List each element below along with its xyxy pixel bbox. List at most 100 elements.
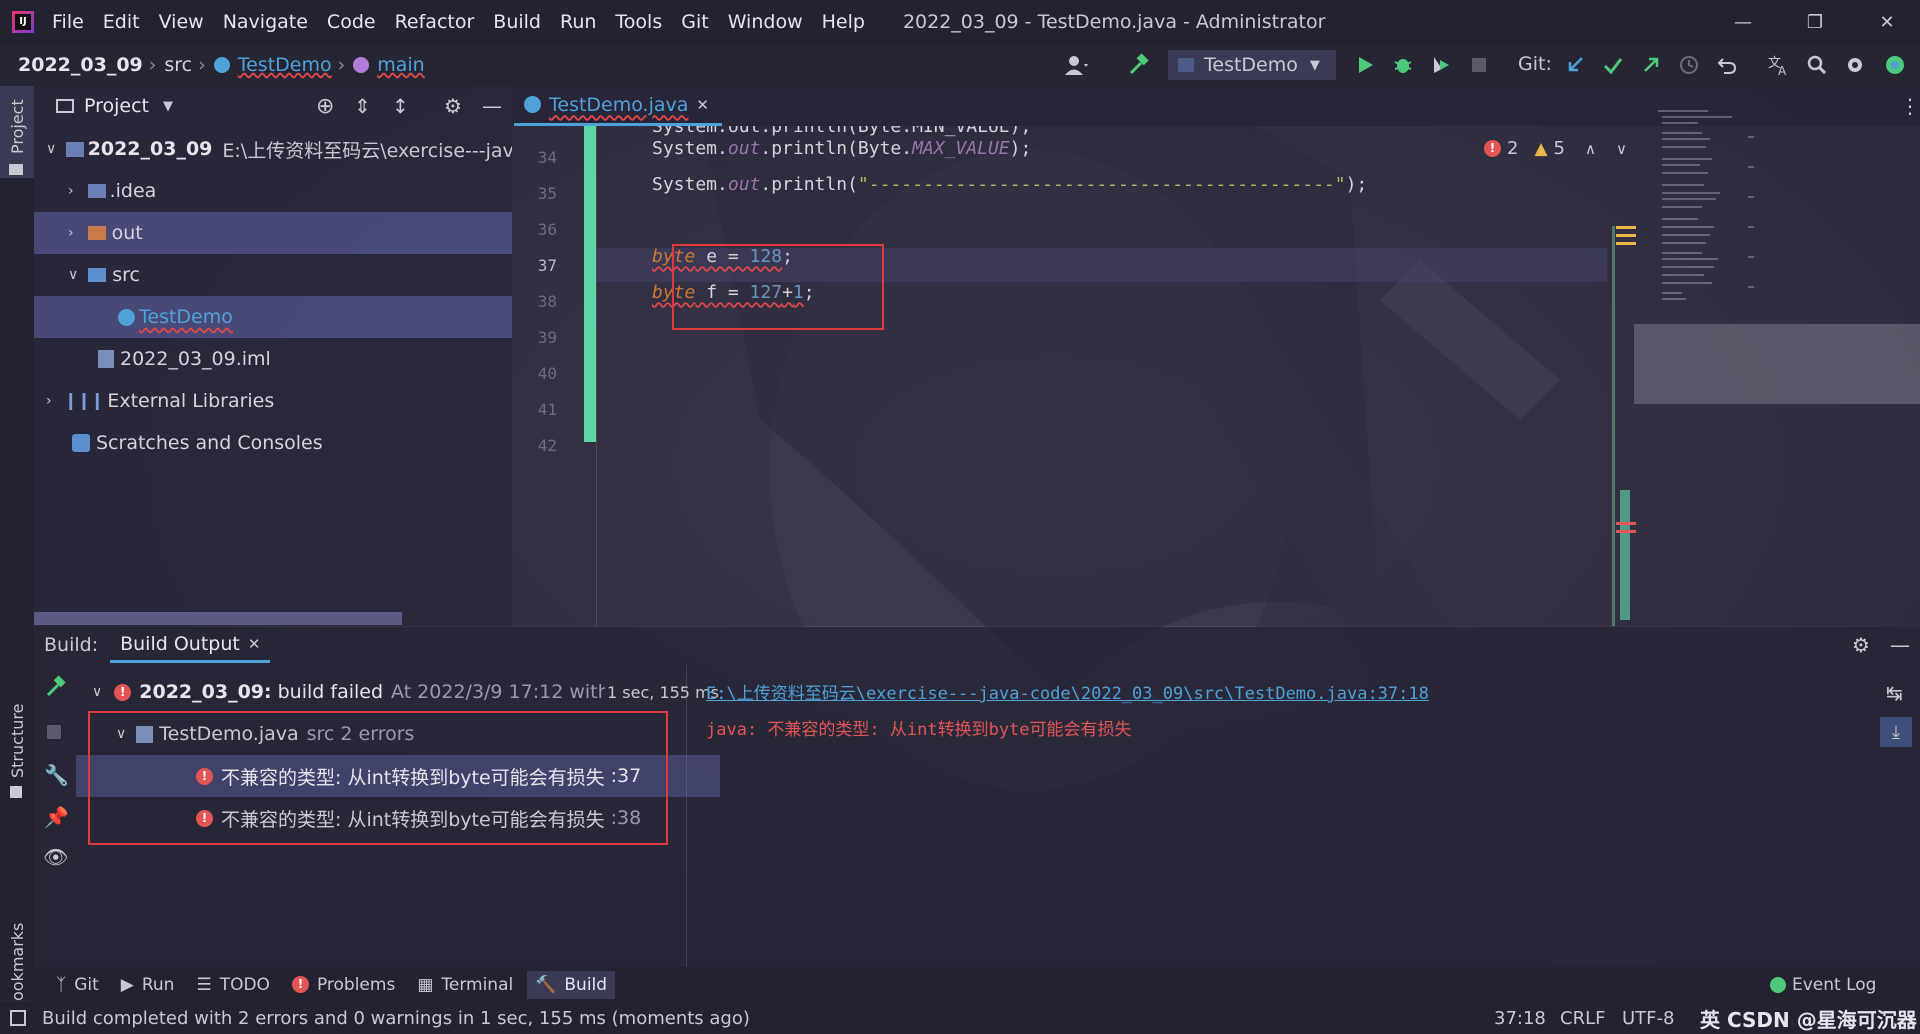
search-icon[interactable] [1802, 50, 1832, 80]
warning-stripe[interactable] [1616, 242, 1636, 245]
locate-target-icon[interactable]: ⊕ [316, 94, 334, 119]
stop-icon[interactable] [1464, 50, 1494, 80]
breadcrumb-method[interactable]: main [377, 54, 424, 76]
tree-item-project-root[interactable]: ∨ 2022_03_09 E:\上传资料至码云\exercise---java-… [34, 128, 512, 170]
build-tree-root[interactable]: ∨ ! 2022_03_09: build failed At 2022/3/9… [76, 671, 720, 713]
git-label: Git: [1518, 53, 1552, 75]
line-number: 34 [537, 148, 557, 167]
inspection-widget[interactable]: ! 2 ▲ 5 ∧ ∨ [1484, 138, 1627, 159]
tree-item-idea[interactable]: › .idea [34, 170, 512, 212]
structure-tool-label[interactable]: Structure [8, 704, 27, 778]
run-config-selector[interactable]: TestDemo ▼ [1168, 50, 1336, 80]
breadcrumb-separator: › [148, 54, 157, 76]
bookmarks-tool-label[interactable]: Bookmarks [8, 923, 27, 1012]
tab-build-output[interactable]: Build Output ✕ [110, 627, 271, 663]
git-push-icon[interactable] [1636, 50, 1666, 80]
panel-settings-icon[interactable]: ⚙ [1852, 633, 1870, 657]
tool-tab-todo[interactable]: ☰ TODO [196, 975, 270, 995]
expand-all-icon[interactable]: ⇕ [354, 94, 371, 118]
translate-icon[interactable]: 文A [1764, 50, 1794, 80]
stop-icon[interactable] [47, 725, 61, 739]
close-tab-icon[interactable]: ✕ [248, 635, 261, 653]
tool-tab-build[interactable]: 🔨 Build [527, 970, 616, 999]
history-icon[interactable] [1674, 50, 1704, 80]
tree-item-out[interactable]: › out [34, 212, 512, 254]
menu-edit[interactable]: Edit [103, 11, 140, 33]
menu-help[interactable]: Help [822, 11, 865, 33]
line-separator[interactable]: CRLF [1560, 1008, 1605, 1029]
next-highlight-icon[interactable]: ∨ [1616, 140, 1627, 158]
code-content[interactable]: System.out.println(Byte.MIN_VALUE); Syst… [652, 126, 1652, 626]
warning-stripe[interactable] [1616, 234, 1636, 237]
previous-highlight-icon[interactable]: ∧ [1585, 140, 1596, 158]
menu-git[interactable]: Git [681, 11, 708, 33]
tool-tab-run[interactable]: ▶ Run [121, 975, 175, 995]
tool-tab-git[interactable]: ᛉ Git [56, 975, 99, 995]
error-stripe[interactable] [1616, 530, 1636, 533]
error-stripe[interactable] [1616, 522, 1636, 525]
hide-panel-icon[interactable]: — [1890, 633, 1910, 657]
menu-tools[interactable]: Tools [615, 11, 662, 33]
vcs-change-marker[interactable] [584, 126, 596, 442]
settings-gear-icon[interactable] [1840, 50, 1870, 80]
debug-icon[interactable] [1388, 50, 1418, 80]
menu-navigate[interactable]: Navigate [223, 11, 308, 33]
project-panel-title[interactable]: Project [84, 95, 149, 117]
git-update-icon[interactable] [1560, 50, 1590, 80]
tree-item-external-libraries[interactable]: › ❙❙❙ External Libraries [34, 380, 512, 422]
eye-icon[interactable]: 👁 [43, 845, 68, 869]
user-icon[interactable] [1062, 50, 1092, 80]
menu-refactor[interactable]: Refactor [395, 11, 475, 33]
breadcrumb-src[interactable]: src [164, 54, 192, 76]
breadcrumb-class[interactable]: TestDemo [238, 54, 332, 76]
menu-view[interactable]: View [159, 11, 204, 33]
tree-item-scratches[interactable]: Scratches and Consoles [34, 422, 512, 464]
horizontal-scrollbar[interactable] [34, 612, 402, 625]
menu-window[interactable]: Window [728, 11, 803, 33]
run-config-label: TestDemo [1204, 54, 1298, 76]
run-icon[interactable] [1350, 50, 1380, 80]
close-window-button[interactable]: ✕ [1858, 0, 1916, 44]
tool-tab-terminal[interactable]: ▦ Terminal [417, 975, 513, 995]
event-log-tab[interactable]: Event Log [1770, 975, 1876, 995]
menu-run[interactable]: Run [560, 11, 596, 33]
build-hammer-icon[interactable] [1124, 50, 1154, 80]
more-options-icon[interactable]: ⋮ [1900, 94, 1920, 118]
menu-file[interactable]: File [52, 11, 84, 33]
tool-tab-problems[interactable]: ! Problems [291, 975, 395, 995]
toggle-tool-windows-icon[interactable] [10, 1010, 26, 1026]
chevron-down-icon[interactable]: ▼ [163, 99, 173, 114]
menu-code[interactable]: Code [327, 11, 376, 33]
rollback-icon[interactable] [1712, 50, 1742, 80]
hide-panel-icon[interactable]: — [482, 94, 502, 118]
warning-stripe[interactable] [1616, 226, 1636, 229]
wrench-icon[interactable]: 🔧 [44, 763, 69, 787]
collapse-all-icon[interactable]: ↕ [392, 94, 409, 118]
caret-position[interactable]: 37:18 [1494, 1008, 1546, 1029]
build-output-link[interactable]: E:\上传资料至码云\exercise---java-code\2022_03_… [706, 679, 1429, 704]
coverage-icon[interactable] [1426, 50, 1456, 80]
breadcrumb-project[interactable]: 2022_03_09 [18, 54, 143, 76]
panel-settings-icon[interactable]: ⚙ [444, 94, 462, 118]
plugin-logo-icon[interactable] [1880, 50, 1910, 80]
tool-tab-label: Git [74, 974, 99, 995]
tree-item-testdemo[interactable]: TestDemo [34, 296, 512, 338]
menu-build[interactable]: Build [493, 11, 541, 33]
tree-item-src[interactable]: ∨ src [34, 254, 512, 296]
editor-scrollbar-thumb[interactable] [1620, 490, 1630, 620]
project-tool-label[interactable]: Project [8, 99, 27, 154]
pin-icon[interactable]: 📌 [44, 805, 69, 829]
restore-button[interactable]: ❐ [1786, 0, 1844, 44]
file-encoding[interactable]: UTF-8 [1622, 1008, 1674, 1029]
tab-testdemo-java[interactable]: TestDemo.java ✕ [514, 86, 722, 126]
minimize-button[interactable]: — [1714, 0, 1772, 44]
build-hammer-icon[interactable] [44, 675, 66, 697]
build-splitter[interactable] [686, 665, 687, 967]
git-commit-icon[interactable] [1598, 50, 1628, 80]
tree-item-iml[interactable]: 2022_03_09.iml [34, 338, 512, 380]
code-minimap[interactable] [1638, 106, 1898, 336]
soft-wrap-icon[interactable]: ↹ [1886, 681, 1903, 705]
close-tab-icon[interactable]: ✕ [696, 96, 709, 114]
minimap-viewport[interactable] [1634, 324, 1920, 404]
scroll-to-end-icon[interactable]: ⤓ [1880, 717, 1912, 747]
